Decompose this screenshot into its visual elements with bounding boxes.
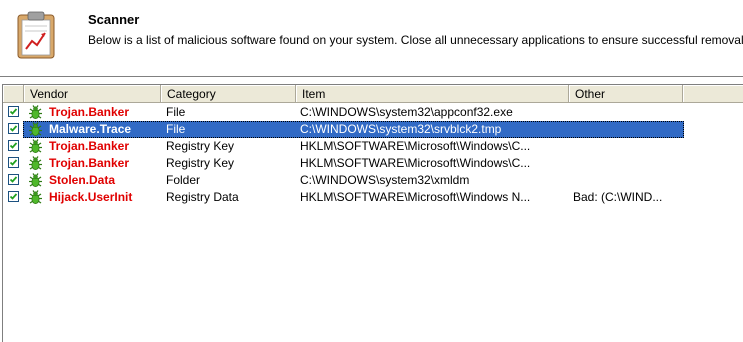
cell-item: HKLM\SOFTWARE\Microsoft\Windows\C... [300,156,531,170]
row-checkbox[interactable] [8,174,19,185]
cell-item: HKLM\SOFTWARE\Microsoft\Windows\C... [300,139,531,153]
malware-bug-icon [28,173,43,188]
table-row[interactable]: Trojan.Banker Registry Key HKLM\SOFTWARE\M… [3,138,743,155]
page-description: Below is a list of malicious software fo… [88,33,743,47]
cell-category: Registry Key [166,139,235,153]
malware-bug-icon [28,190,43,205]
cell-item: HKLM\SOFTWARE\Microsoft\Windows N... [300,190,531,204]
table-row[interactable]: Stolen.Data Folder C:\WINDOWS\system32\xml… [3,172,743,189]
threat-list[interactable]: Vendor Category Item Other Trojan.Banker… [2,84,743,342]
table-row[interactable]: Malware.Trace File C:\WINDOWS\system32\srv… [3,121,743,138]
cell-vendor: Stolen.Data [49,173,116,187]
cell-category: Folder [166,173,201,187]
cell-other: Bad: (C:\WIND... [573,190,663,204]
cell-vendor: Trojan.Banker [49,105,130,119]
cell-vendor: Malware.Trace [49,122,132,136]
column-header-check[interactable] [3,85,24,103]
cell-category: File [166,105,186,119]
cell-item: C:\WINDOWS\system32\appconf32.exe [300,105,513,119]
row-checkbox[interactable] [8,106,19,117]
table-row[interactable]: Hijack.UserInit Registry Data HKLM\SOFTWAR… [3,189,743,206]
malware-bug-icon [28,122,43,137]
column-header-item[interactable]: Item [296,85,569,103]
row-checkbox[interactable] [8,140,19,151]
scanner-header: Scanner Below is a list of malicious sof… [0,0,743,76]
row-checkbox[interactable] [8,157,19,168]
cell-vendor: Trojan.Banker [49,139,130,153]
row-checkbox[interactable] [8,191,19,202]
column-header-filler [683,85,743,103]
cell-vendor: Trojan.Banker [49,156,130,170]
table-row[interactable]: Trojan.Banker Registry Key HKLM\SOFTWARE\M… [3,155,743,172]
table-row[interactable]: Trojan.Banker File C:\WINDOWS\system32\app… [3,104,743,121]
clipboard-report-icon [17,11,55,59]
cell-category: Registry Key [166,156,235,170]
column-header-category[interactable]: Category [161,85,296,103]
column-header-other[interactable]: Other [569,85,683,103]
malware-bug-icon [28,156,43,171]
malware-bug-icon [28,105,43,120]
row-checkbox[interactable] [8,123,19,134]
cell-item: C:\WINDOWS\system32\srvblck2.tmp [300,122,502,136]
cell-item: C:\WINDOWS\system32\xmldm [300,173,470,187]
column-header-vendor[interactable]: Vendor [24,85,161,103]
malware-bug-icon [28,139,43,154]
cell-category: Registry Data [166,190,239,204]
cell-vendor: Hijack.UserInit [49,190,133,204]
page-title: Scanner [88,12,140,27]
cell-category: File [166,122,186,136]
